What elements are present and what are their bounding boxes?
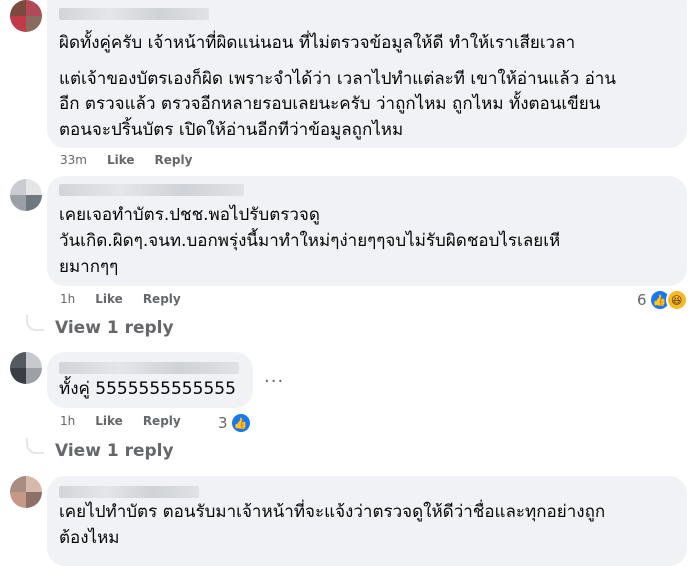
- commenter-name[interactable]: [59, 184, 244, 196]
- view-replies-link[interactable]: View 1 reply: [55, 318, 174, 338]
- like-icon: 👍: [229, 412, 252, 434]
- like-button[interactable]: Like: [95, 292, 123, 306]
- comment-text-line: อีก ตรวจแล้ว ตรวจอีกหลายรอบเลยนะครับ ว่า…: [59, 94, 601, 114]
- comment-text-line: ต้องไหม: [59, 528, 120, 548]
- comment-text-line: ทั้งคู่ 5555555555555: [59, 379, 236, 399]
- avatar[interactable]: [10, 476, 42, 508]
- thread-connector: [26, 438, 44, 454]
- like-button[interactable]: Like: [107, 153, 135, 167]
- commenter-name[interactable]: [59, 362, 239, 374]
- comment-text-line: เคยไปทำบัตร ตอนรับมาเจ้าหน้าที่จะแจ้งว่า…: [59, 502, 606, 522]
- comment-timestamp[interactable]: 1h: [60, 414, 75, 428]
- like-button[interactable]: Like: [95, 414, 123, 428]
- comment-text-line: ผิดทั้งคู่ครับ เจ้าหน้าที่ผิดแน่นอน ที่ไ…: [59, 33, 576, 53]
- comment-bubble: ผิดทั้งคู่ครับ เจ้าหน้าที่ผิดแน่นอน ที่ไ…: [47, 0, 687, 148]
- comment-bubble: ทั้งคู่ 5555555555555: [47, 352, 253, 408]
- reply-button[interactable]: Reply: [155, 153, 193, 167]
- haha-icon: 😆: [665, 289, 688, 311]
- view-replies-link[interactable]: View 1 reply: [55, 441, 174, 461]
- thread-connector: [26, 315, 44, 331]
- comment-actions: 33m Like Reply: [60, 153, 192, 167]
- reaction-count: 6: [637, 291, 647, 309]
- comment-timestamp[interactable]: 1h: [60, 292, 75, 306]
- comment-text-line: เคยเจอทำบัตร.ปชช.พอไปรับตรวจดู: [59, 205, 320, 225]
- comment-text-line: ยมากๆๆ: [59, 257, 119, 277]
- comment-text-line: ตอนจะปริ้นบัตร เปิดให้อ่านอีกทีว่าข้อมูล…: [59, 120, 404, 140]
- more-options-icon[interactable]: ...: [264, 366, 284, 387]
- reaction-summary[interactable]: 3 👍: [218, 412, 252, 434]
- commenter-name[interactable]: [59, 486, 199, 498]
- comment-actions: 1h Like Reply: [60, 414, 181, 428]
- reply-button[interactable]: Reply: [143, 292, 181, 306]
- comment-actions: 1h Like Reply: [60, 292, 181, 306]
- reaction-summary[interactable]: 6 👍 😆: [637, 289, 688, 311]
- comment-bubble: เคยไปทำบัตร ตอนรับมาเจ้าหน้าที่จะแจ้งว่า…: [47, 476, 687, 566]
- avatar[interactable]: [10, 352, 42, 384]
- comment-bubble: เคยเจอทำบัตร.ปชช.พอไปรับตรวจดู วันเกิด.ผ…: [47, 176, 687, 286]
- avatar[interactable]: [10, 179, 42, 211]
- reaction-count: 3: [218, 414, 228, 432]
- comment-text-line: วันเกิด.ผิดๆ.จนท.บอกพรุ่งนี้มาทำใหม่ๆง่า…: [59, 231, 561, 251]
- commenter-name[interactable]: [59, 8, 209, 20]
- comment-timestamp[interactable]: 33m: [60, 153, 87, 167]
- avatar[interactable]: [10, 0, 42, 32]
- reply-button[interactable]: Reply: [143, 414, 181, 428]
